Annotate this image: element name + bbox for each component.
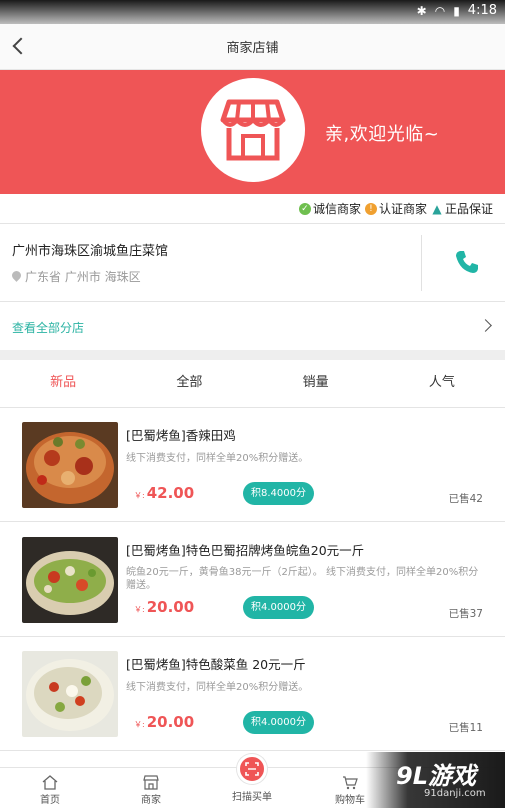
- badge-genuine: ▲ 正品保证: [431, 200, 493, 217]
- thumbs-up-icon: ▲: [432, 201, 442, 216]
- points-badge: 积8.4000分: [243, 482, 314, 505]
- sold-count: 已售11: [448, 722, 483, 734]
- tab-popularity[interactable]: 人气: [379, 360, 505, 407]
- badge-label: 诚信商家: [312, 202, 361, 216]
- welcome-text: 亲,欢迎光临~: [325, 124, 440, 145]
- home-icon: [42, 775, 58, 790]
- product-item[interactable]: [巴蜀烤鱼]特色酸菜鱼 20元一斤 线下消费支付，同样全单20%积分赠送。 ￥:…: [0, 637, 505, 751]
- price-value: 20.00: [146, 598, 195, 616]
- watermark-logo: 9L游戏: [396, 762, 476, 790]
- storefront-icon: [220, 99, 286, 161]
- chevron-right-icon: [481, 320, 491, 330]
- nav-scan-label: 扫描买单: [232, 792, 272, 803]
- bluetooth-icon: ✱: [416, 3, 427, 18]
- nav-merchant[interactable]: 商家: [121, 768, 181, 808]
- cart-icon: [343, 776, 358, 790]
- product-image: [22, 422, 118, 508]
- tab-all[interactable]: 全部: [126, 360, 252, 407]
- product-price: ￥: 42.00: [134, 484, 194, 502]
- product-title: [巴蜀烤鱼]香辣田鸡: [126, 428, 236, 443]
- store-location-text: 广东省 广州市 海珠区: [25, 270, 141, 284]
- product-price: ￥: 20.00: [134, 598, 194, 616]
- phone-button[interactable]: [452, 247, 482, 277]
- product-title: [巴蜀烤鱼]特色巴蜀招牌烤鱼皖鱼20元一斤: [126, 543, 365, 558]
- price-value: 20.00: [146, 713, 195, 731]
- watermark-url: 91danji.com: [424, 788, 486, 799]
- tab-new[interactable]: 新品: [0, 360, 126, 407]
- badge-certified: ! 认证商家: [364, 200, 427, 217]
- merchant-badges: ✓ 诚信商家 ! 认证商家 ▲ 正品保证: [0, 194, 505, 224]
- watermark: 9L游戏 91danji.com: [366, 752, 505, 808]
- product-image: [22, 651, 118, 737]
- product-description: 皖鱼20元一斤，黄骨鱼38元一斤（2斤起）。 线下消费支付，同样全单20%积分赠…: [126, 567, 479, 591]
- currency-label: ￥:: [134, 605, 145, 614]
- store-info: 广州市海珠区渝城鱼庄菜馆 广东省 广州市 海珠区: [0, 225, 505, 302]
- section-gap: [0, 350, 505, 360]
- status-bar: ✱ ◠ ▮ 4:18: [0, 0, 505, 24]
- product-price: ￥: 20.00: [134, 713, 194, 731]
- sort-tabs: 新品 全部 销量 人气: [0, 360, 505, 408]
- phone-icon: [456, 251, 478, 273]
- badge-label: 认证商家: [378, 202, 427, 216]
- view-all-label: 查看全部分店: [12, 321, 85, 335]
- store-location: 广东省 广州市 海珠区: [12, 268, 141, 285]
- shop-icon: [143, 775, 159, 790]
- product-description: 线下消费支付，同样全单20%积分赠送。: [126, 453, 309, 464]
- points-badge: 积4.0000分: [243, 596, 314, 619]
- nav-scan[interactable]: 扫描买单: [222, 754, 282, 808]
- status-time: 4:18: [467, 3, 497, 18]
- sold-count: 已售37: [448, 608, 483, 620]
- certified-icon: !: [364, 202, 377, 215]
- price-value: 42.00: [146, 484, 195, 502]
- badge-trusted: ✓ 诚信商家: [298, 200, 361, 217]
- store-banner: 亲,欢迎光临~: [0, 70, 505, 194]
- product-item[interactable]: [巴蜀烤鱼]特色巴蜀招牌烤鱼皖鱼20元一斤 皖鱼20元一斤，黄骨鱼38元一斤（2…: [0, 523, 505, 637]
- product-item[interactable]: [巴蜀烤鱼]香辣田鸡 线下消费支付，同样全单20%积分赠送。 ￥: 42.00 积…: [0, 408, 505, 522]
- product-image: [22, 537, 118, 623]
- currency-label: ￥:: [134, 720, 145, 729]
- divider: [421, 235, 422, 291]
- currency-label: ￥:: [134, 491, 145, 500]
- product-description: 线下消费支付，同样全单20%积分赠送。: [126, 682, 309, 693]
- location-pin-icon: [12, 271, 21, 283]
- points-badge: 积4.0000分: [243, 711, 314, 734]
- nav-home[interactable]: 首页: [20, 768, 80, 808]
- title-bar: 商家店铺: [0, 24, 505, 70]
- nav-merchant-label: 商家: [141, 795, 161, 806]
- tab-sales[interactable]: 销量: [253, 360, 379, 407]
- status-icons: ✱ ◠ ▮ 4:18: [417, 3, 497, 18]
- check-circle-icon: ✓: [298, 202, 311, 215]
- badge-label: 正品保证: [444, 202, 493, 216]
- product-title: [巴蜀烤鱼]特色酸菜鱼 20元一斤: [126, 657, 306, 672]
- sold-count: 已售42: [448, 493, 483, 505]
- store-name: 广州市海珠区渝城鱼庄菜馆: [12, 244, 169, 259]
- view-all-branches[interactable]: 查看全部分店: [0, 303, 505, 350]
- store-logo: [201, 78, 305, 182]
- battery-icon: ▮: [453, 3, 460, 18]
- nav-home-label: 首页: [40, 795, 60, 806]
- page-title: 商家店铺: [226, 41, 279, 56]
- scan-icon: [237, 754, 267, 784]
- wifi-icon: ◠: [434, 3, 446, 18]
